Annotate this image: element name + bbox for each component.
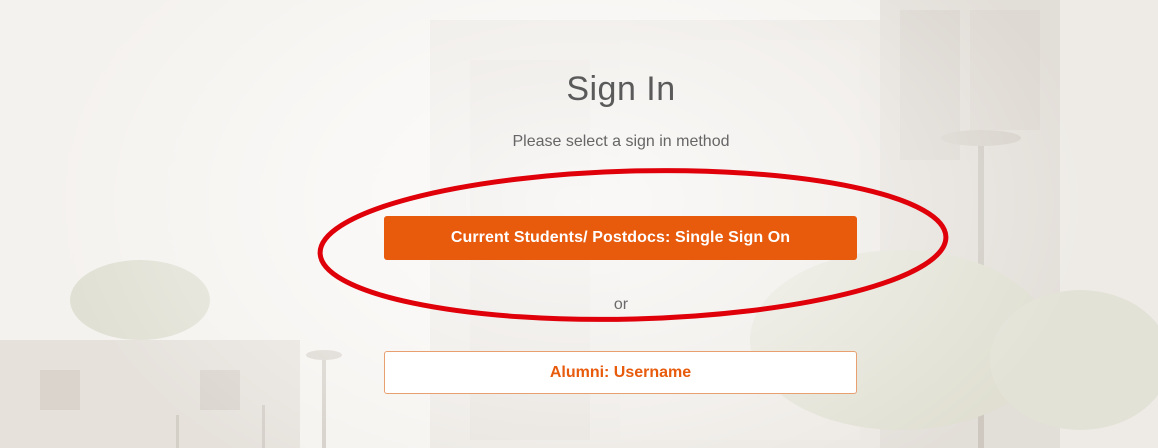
sso-signin-button[interactable]: Current Students/ Postdocs: Single Sign … (384, 216, 857, 260)
signin-panel: Sign In Please select a sign in method C… (0, 0, 1158, 448)
divider-or-text: or (613, 296, 629, 313)
signin-subtitle: Please select a sign in method (512, 133, 730, 150)
signin-page: Sign In Please select a sign in method C… (0, 0, 1158, 448)
page-title: Sign In (566, 70, 676, 108)
alumni-username-button[interactable]: Alumni: Username (384, 351, 857, 394)
